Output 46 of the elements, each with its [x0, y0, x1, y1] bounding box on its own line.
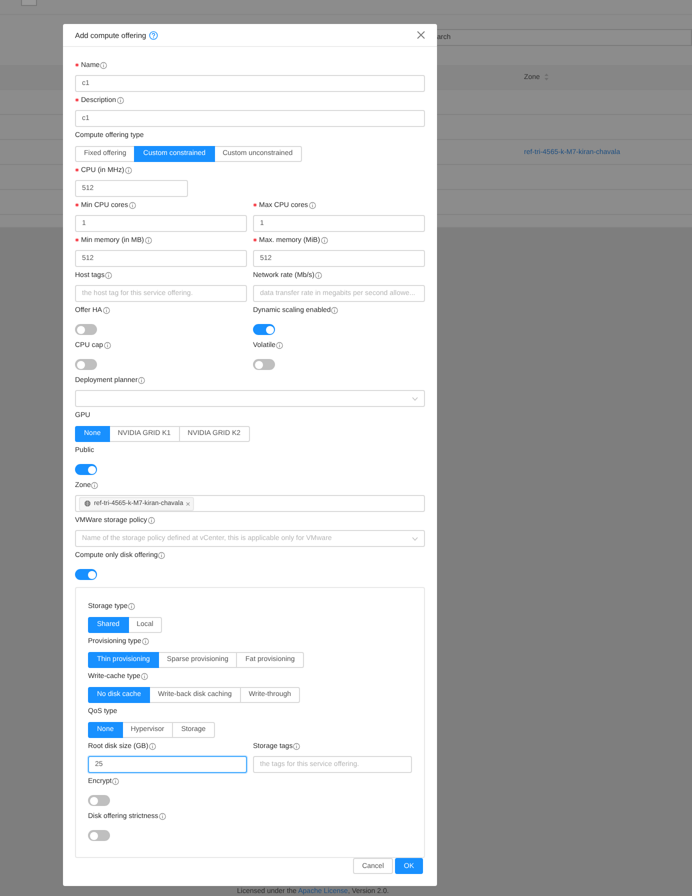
- info-icon[interactable]: [105, 272, 112, 278]
- chevron-down-icon: [412, 536, 418, 540]
- chevron-down-icon: [412, 396, 418, 400]
- required-icon: [253, 238, 257, 242]
- info-icon[interactable]: [128, 602, 136, 610]
- required-icon: [75, 238, 79, 242]
- toggle-switch[interactable]: [253, 359, 275, 370]
- info-icon[interactable]: [320, 236, 328, 244]
- required-icon: [75, 98, 79, 102]
- globe-icon: [84, 500, 91, 507]
- info-icon[interactable]: [104, 342, 111, 348]
- info-icon[interactable]: [308, 202, 316, 208]
- info-icon[interactable]: [293, 742, 300, 750]
- info-icon[interactable]: [102, 306, 110, 314]
- toggle-switch[interactable]: [75, 464, 97, 475]
- info-icon[interactable]: [276, 342, 284, 348]
- info-icon[interactable]: [100, 62, 108, 68]
- remove-icon[interactable]: [186, 502, 190, 506]
- info-icon[interactable]: [140, 672, 148, 680]
- info-icon[interactable]: [148, 516, 155, 524]
- toggle-switch[interactable]: [75, 324, 97, 335]
- close-icon[interactable]: [417, 31, 425, 39]
- toggle-switch[interactable]: [75, 569, 97, 580]
- info-icon[interactable]: [144, 236, 152, 244]
- info-icon[interactable]: [142, 638, 149, 644]
- toggle-switch[interactable]: [88, 795, 110, 806]
- info-icon[interactable]: [128, 202, 136, 208]
- toggle-switch[interactable]: [88, 830, 110, 841]
- info-icon[interactable]: [116, 96, 124, 104]
- toggle-switch[interactable]: [253, 324, 275, 335]
- required-icon: [253, 203, 257, 207]
- toggle-switch[interactable]: [75, 359, 97, 370]
- required-icon: [75, 63, 79, 67]
- info-icon[interactable]: [124, 166, 132, 174]
- info-icon[interactable]: [158, 552, 166, 558]
- info-icon[interactable]: [148, 742, 156, 750]
- required-icon: [75, 203, 79, 207]
- info-icon[interactable]: [314, 272, 322, 278]
- required-icon: [75, 168, 79, 172]
- select-field[interactable]: [75, 390, 425, 407]
- help-icon[interactable]: [149, 30, 158, 40]
- info-icon[interactable]: [91, 482, 98, 488]
- info-icon[interactable]: [112, 778, 120, 784]
- info-icon[interactable]: [138, 376, 146, 384]
- info-icon[interactable]: [331, 306, 338, 314]
- info-icon[interactable]: [158, 812, 166, 820]
